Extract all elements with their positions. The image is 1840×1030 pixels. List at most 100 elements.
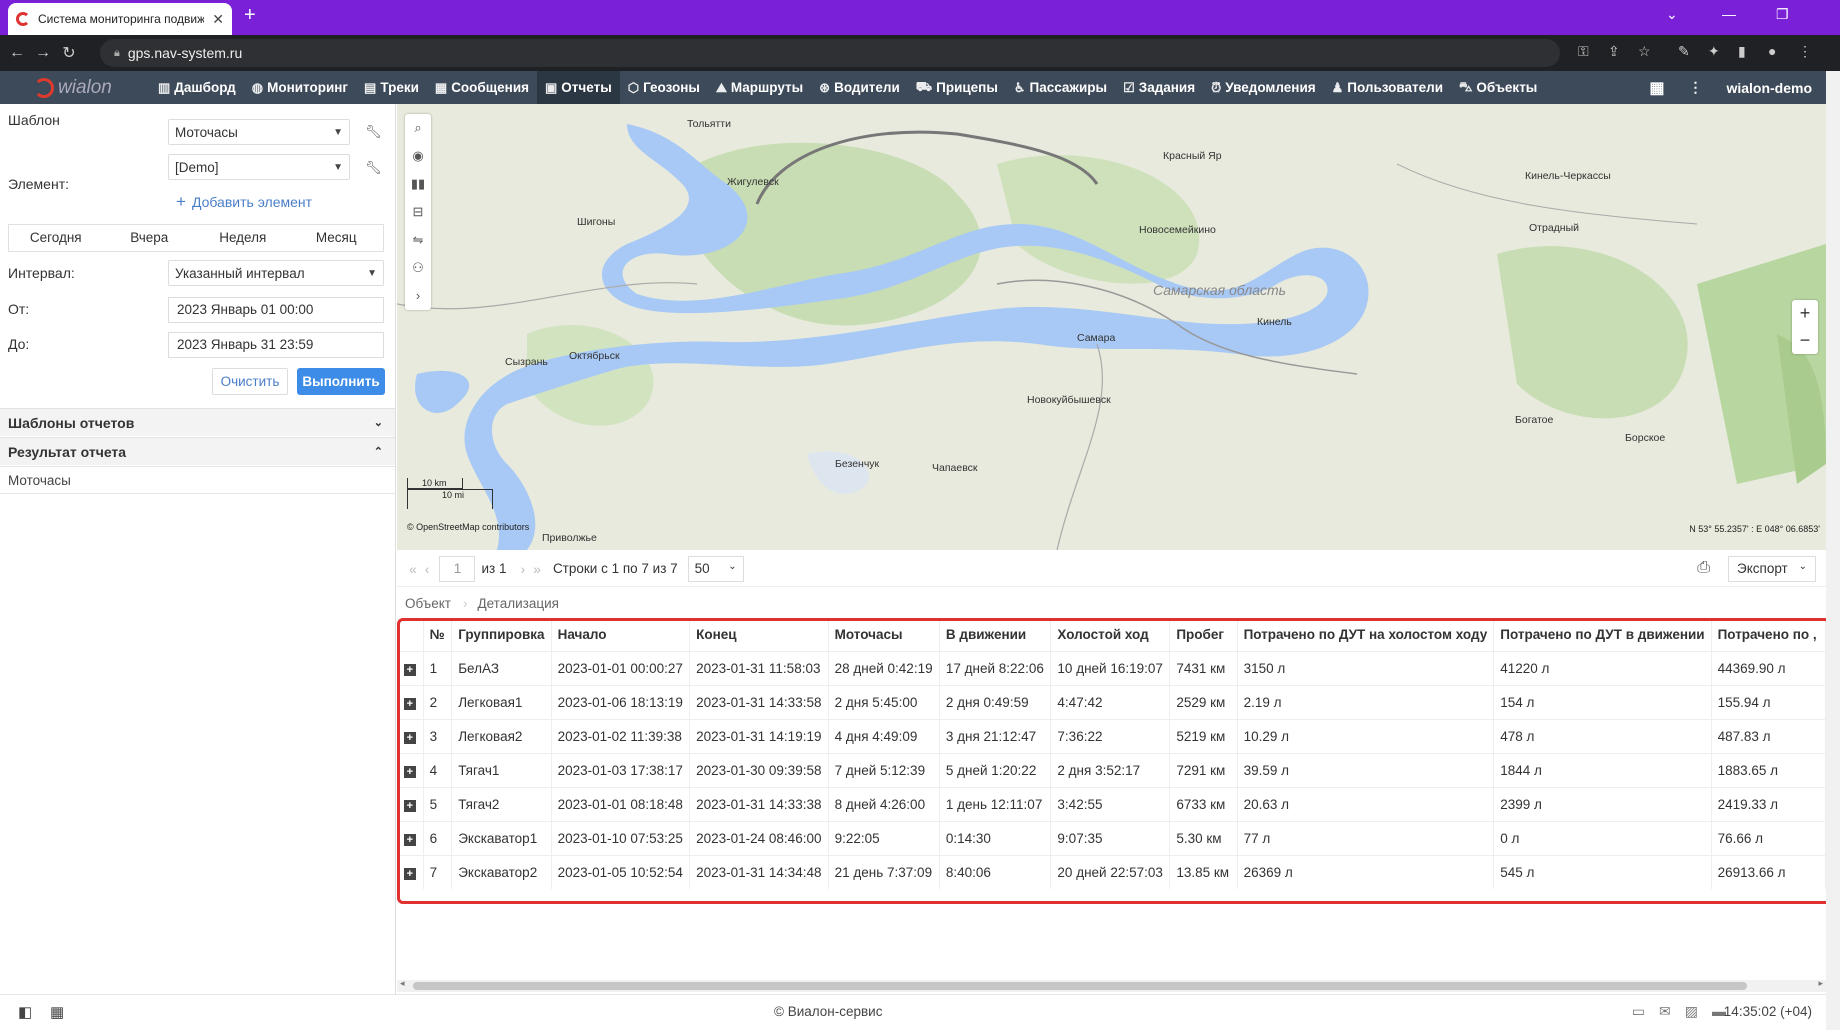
horizontal-scrollbar[interactable]: ◂ ▸	[397, 978, 1826, 992]
ruler-icon[interactable]: ⊟	[405, 198, 431, 226]
run-button[interactable]: Выполнить	[297, 368, 385, 395]
route-tool-icon[interactable]: ⇋	[405, 226, 431, 254]
col-fuel-total[interactable]: Потрачено по ,	[1711, 619, 1826, 652]
mail-icon[interactable]: ✉	[1659, 1003, 1671, 1020]
table-row[interactable]: +1 БелАЗ 2023-01-01 00:00:27 2023-01-31 11:…	[397, 651, 1826, 686]
tab-list-icon[interactable]: ⌄	[1666, 6, 1678, 23]
table-row[interactable]: +3 Легковая2 2023-01-02 11:39:38 2023-01-31…	[397, 719, 1826, 754]
interval-select[interactable]: Указанный интервал ▼	[168, 260, 384, 286]
star-icon[interactable]: ☆	[1638, 43, 1651, 60]
nav-users[interactable]: ♟ Пользователи	[1324, 71, 1451, 104]
menu-icon[interactable]: ⋮	[1798, 43, 1812, 60]
zoom-out-icon[interactable]: −	[1792, 327, 1818, 354]
points-icon[interactable]: ⚇	[405, 254, 431, 282]
add-element-button[interactable]: + Добавить элемент	[176, 192, 312, 212]
image-icon[interactable]: ▨	[1685, 1003, 1698, 1020]
expand-row-icon[interactable]: +	[403, 867, 416, 880]
nav-tracks[interactable]: ▤ Треки	[356, 71, 427, 104]
expand-row-icon[interactable]: +	[403, 697, 416, 710]
col-fuel-idle[interactable]: Потрачено по ДУТ на холостом ходу	[1237, 619, 1495, 652]
col-engine-hours[interactable]: Моточасы	[828, 619, 940, 652]
expand-cell[interactable]: +	[397, 753, 424, 788]
nav-messages[interactable]: ▦ Сообщения	[427, 71, 537, 104]
new-tab-icon[interactable]: +	[244, 4, 256, 27]
expand-row-icon[interactable]: +	[403, 765, 416, 778]
col-fuel-moving[interactable]: Потрачено по ДУТ в движении	[1493, 619, 1712, 652]
col-moving[interactable]: В движении	[939, 619, 1052, 652]
close-tab-icon[interactable]: ✕	[212, 11, 224, 28]
zoom-in-icon[interactable]: +	[1792, 300, 1818, 327]
period-today[interactable]: Сегодня	[9, 225, 103, 251]
page-scrollbar[interactable]	[1826, 71, 1840, 1030]
scrollbar-thumb[interactable]	[413, 982, 1747, 990]
forward-icon[interactable]: →	[30, 44, 56, 62]
browser-tab[interactable]: Система мониторинга подвижн ✕	[8, 3, 232, 35]
prev-page-icon[interactable]: ‹	[425, 561, 430, 577]
table-row[interactable]: +7 Экскаватор2 2023-01-05 10:52:54 2023-01-…	[397, 855, 1826, 889]
key-icon[interactable]: ⚿	[1578, 43, 1589, 60]
col-start[interactable]: Начало	[551, 619, 691, 652]
nav-monitoring[interactable]: ◍ Мониторинг	[244, 71, 356, 104]
nav-tasks[interactable]: ☑ Задания	[1115, 71, 1203, 104]
page-size-select[interactable]: 50 ⌄	[687, 555, 744, 582]
to-date-field[interactable]: 2023 Январь 31 23:59	[168, 332, 384, 358]
search-icon[interactable]: ⌕	[405, 114, 431, 142]
nav-routes[interactable]: ⛰ Маршруты	[708, 71, 811, 104]
period-yesterday[interactable]: Вчера	[103, 225, 197, 251]
expand-cell[interactable]: +	[397, 855, 424, 889]
scroll-right-icon[interactable]: ▸	[1818, 978, 1823, 989]
next-page-icon[interactable]: ›	[520, 561, 525, 577]
nav-reports[interactable]: ▣ Отчеты	[537, 71, 620, 104]
expand-cell[interactable]: +	[397, 685, 424, 720]
sms-icon[interactable]: ▭	[1632, 1003, 1645, 1020]
nav-drivers[interactable]: ⊛ Водители	[811, 71, 908, 104]
crumb-detail[interactable]: Детализация	[469, 596, 568, 611]
extensions-icon[interactable]: ✦	[1708, 43, 1720, 60]
table-row[interactable]: +5 Тягач2 2023-01-01 08:18:48 2023-01-31 14…	[397, 787, 1826, 822]
expand-row-icon[interactable]: +	[403, 731, 416, 744]
print-icon[interactable]: ⎙	[1697, 559, 1710, 577]
map[interactable]: ⌕ ◉ ▮▮ ⊟ ⇋ ⚇ › + − Тольятти Жигулевск Кр…	[397, 104, 1826, 550]
nav-passengers[interactable]: ♿︎ Пассажиры	[1006, 71, 1115, 104]
col-end[interactable]: Конец	[689, 619, 829, 652]
last-page-icon[interactable]: »	[533, 561, 541, 577]
clear-button[interactable]: Очистить	[212, 368, 288, 395]
nav-geofences[interactable]: ⬡ Геозоны	[620, 71, 708, 104]
element-select[interactable]: [Demo] ▼	[168, 154, 350, 180]
template-select[interactable]: Моточасы ▼	[168, 119, 350, 145]
table-row[interactable]: +2 Легковая1 2023-01-06 18:13:19 2023-01-31…	[397, 685, 1826, 720]
export-select[interactable]: Экспорт ⌄	[1728, 556, 1816, 582]
nav-notifications[interactable]: ⏰︎ Уведомления	[1203, 71, 1324, 104]
period-week[interactable]: Неделя	[196, 225, 290, 251]
table-row[interactable]: +4 Тягач1 2023-01-03 17:38:17 2023-01-30 09…	[397, 753, 1826, 788]
table-row[interactable]: +6 Экскаватор1 2023-01-10 07:53:25 2023-01-…	[397, 821, 1826, 856]
eye-icon[interactable]: ◉	[405, 142, 431, 170]
page-input[interactable]: 1	[439, 555, 476, 582]
wialon-logo[interactable]: wialon	[0, 71, 150, 104]
grid-icon[interactable]: ▦	[50, 1003, 64, 1021]
address-bar[interactable]: 🔒︎ gps.nav-system.ru	[100, 39, 1560, 67]
apps-grid-icon[interactable]: ▦	[1649, 78, 1664, 98]
col-number[interactable]: №	[423, 619, 453, 652]
period-month[interactable]: Месяц	[290, 225, 384, 251]
back-icon[interactable]: ←	[4, 44, 30, 62]
more-icon[interactable]: ⋮	[1688, 79, 1702, 96]
map-attribution[interactable]: © OpenStreetMap contributors	[407, 522, 529, 532]
col-mileage[interactable]: Пробег	[1169, 619, 1238, 652]
panel-toggle-icon[interactable]: ◧	[18, 1003, 32, 1021]
user-name[interactable]: wialon-demo	[1726, 80, 1812, 96]
expand-cell[interactable]: +	[397, 821, 424, 856]
pen-icon[interactable]: ✎	[1678, 43, 1690, 60]
nav-units[interactable]: ⛍ Объекты	[1451, 71, 1545, 104]
reload-icon[interactable]: ↻	[56, 43, 82, 63]
layers-icon[interactable]: ▮▮	[405, 170, 431, 198]
expand-cell[interactable]: +	[397, 787, 424, 822]
crumb-object[interactable]: Объект	[397, 596, 461, 611]
nav-trailers[interactable]: ⛟ Прицепы	[908, 71, 1006, 104]
profile-icon[interactable]: ●	[1768, 43, 1776, 59]
scroll-left-icon[interactable]: ◂	[400, 978, 405, 989]
nav-dashboard[interactable]: ▥ Дашборд	[150, 71, 244, 104]
sidebar-icon[interactable]: ▮	[1738, 43, 1746, 60]
restore-icon[interactable]: ❐	[1776, 6, 1789, 23]
expand-cell[interactable]: +	[397, 719, 424, 754]
